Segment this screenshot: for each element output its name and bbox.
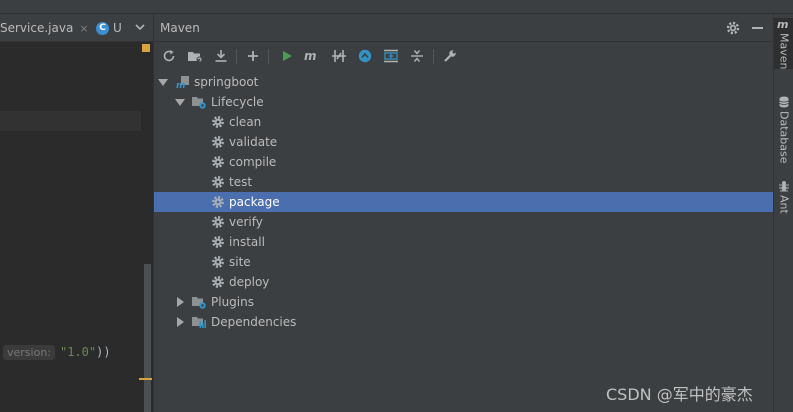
maven-tool-window: Maven m m springboot Lifecycle clean val… <box>154 14 773 412</box>
plugins-folder-icon <box>192 297 206 309</box>
tree-node-label: package <box>229 195 280 209</box>
right-tool-strip: m Maven Database Ant <box>773 14 793 412</box>
class-icon: C <box>96 21 109 35</box>
lifecycle-goal-verify[interactable]: verify <box>154 212 773 232</box>
gear-icon <box>212 276 224 288</box>
lifecycle-goal-site[interactable]: site <box>154 252 773 272</box>
gear-icon <box>212 236 224 248</box>
svg-text:m: m <box>176 81 185 89</box>
gear-icon <box>212 156 224 168</box>
svg-text:m: m <box>777 18 788 30</box>
closing-parens: )) <box>96 345 111 359</box>
show-dependencies-icon[interactable] <box>382 47 400 65</box>
run-icon[interactable] <box>278 47 296 65</box>
tree-node-label: test <box>229 175 253 189</box>
tree-node-plugins[interactable]: Plugins <box>154 292 773 312</box>
chevron-down-icon[interactable] <box>133 20 147 34</box>
tree-node-lifecycle[interactable]: Lifecycle <box>154 92 773 112</box>
ant-icon <box>779 181 789 192</box>
folder-generate-icon[interactable] <box>186 47 204 65</box>
collapsed-arrow-icon[interactable] <box>175 297 185 307</box>
lifecycle-folder-icon <box>192 97 206 109</box>
gear-icon <box>212 176 224 188</box>
tool-tab-label: Maven <box>777 33 791 70</box>
warning-marker[interactable] <box>142 44 150 52</box>
gear-icon <box>212 196 224 208</box>
tree-node-dependencies[interactable]: Dependencies <box>154 312 773 332</box>
tree-node-label: Plugins <box>211 295 254 309</box>
editor-area <box>0 42 141 112</box>
expanded-arrow-icon[interactable] <box>175 97 185 107</box>
skip-tests-icon[interactable] <box>330 47 348 65</box>
maven-m-icon: m <box>777 18 788 30</box>
warning-stripe[interactable] <box>139 378 152 380</box>
maven-toolbar: m <box>154 42 773 70</box>
lifecycle-goal-package[interactable]: package <box>154 192 773 212</box>
lifecycle-goal-clean[interactable]: clean <box>154 112 773 132</box>
editor-scrollbar[interactable] <box>144 264 151 412</box>
editor-tab-label: U <box>113 21 122 35</box>
tree-node-label: Dependencies <box>211 315 297 329</box>
string-literal: "1.0" <box>60 345 97 359</box>
gear-icon <box>212 116 224 128</box>
lifecycle-goal-install[interactable]: install <box>154 232 773 252</box>
tree-node-label: deploy <box>229 275 270 289</box>
add-icon[interactable] <box>244 47 262 65</box>
svg-text:m: m <box>304 50 317 62</box>
collapsed-arrow-icon[interactable] <box>175 317 185 327</box>
tree-node-label: clean <box>229 115 262 129</box>
lifecycle-goal-compile[interactable]: compile <box>154 152 773 172</box>
maven-project-icon: m <box>176 76 189 89</box>
minimize-icon[interactable] <box>752 27 763 29</box>
tree-node-label: site <box>229 255 251 269</box>
dependencies-folder-icon <box>192 317 206 328</box>
download-icon[interactable] <box>212 47 230 65</box>
editor-tab-second[interactable]: C U <box>96 14 122 42</box>
expanded-arrow-icon[interactable] <box>158 77 168 87</box>
close-icon[interactable]: × <box>79 22 88 35</box>
editor-tab-label: Service.java <box>0 21 74 35</box>
tree-node-label: verify <box>229 215 263 229</box>
toolbar-separator <box>433 49 434 64</box>
tool-tab-maven[interactable]: m Maven <box>774 18 793 70</box>
lifecycle-goal-test[interactable]: test <box>154 172 773 192</box>
gear-icon <box>212 216 224 228</box>
maven-goal-icon[interactable]: m <box>303 47 321 65</box>
toolbar-separator <box>236 49 237 64</box>
editor-tab-bar: Service.java × C U <box>0 14 153 42</box>
tool-tab-label: Database <box>777 111 791 164</box>
window-top-strip <box>0 0 793 14</box>
current-line-highlight <box>0 111 141 131</box>
lifecycle-goal-validate[interactable]: validate <box>154 132 773 152</box>
tool-tab-ant[interactable]: Ant <box>774 180 793 214</box>
tool-tab-label: Ant <box>777 195 791 214</box>
tree-node-label: compile <box>229 155 277 169</box>
tool-tab-database[interactable]: Database <box>774 96 793 164</box>
tree-node-label: Lifecycle <box>211 95 264 109</box>
gear-icon <box>212 136 224 148</box>
tree-node-label: springboot <box>194 75 259 89</box>
code-line: version: "1.0" )) <box>3 343 111 361</box>
maven-title: Maven <box>160 21 200 35</box>
editor-tab-service-java[interactable]: Service.java × <box>0 14 95 42</box>
code-editor[interactable]: Service.java × C U version: "1.0" )) <box>0 14 153 412</box>
tree-node-label: validate <box>229 135 278 149</box>
reload-icon[interactable] <box>160 47 178 65</box>
tree-node-project[interactable]: m springboot <box>154 72 773 92</box>
gear-icon <box>212 256 224 268</box>
offline-icon[interactable] <box>356 47 374 65</box>
gear-icon[interactable] <box>725 20 741 36</box>
toolbar-separator <box>268 49 269 64</box>
watermark: CSDN @军中的豪杰 <box>606 385 753 404</box>
settings-wrench-icon[interactable] <box>441 47 459 65</box>
tree-node-label: install <box>229 235 265 249</box>
parameter-hint: version: <box>3 344 55 360</box>
lifecycle-goal-deploy[interactable]: deploy <box>154 272 773 292</box>
database-icon <box>779 96 789 108</box>
maven-header: Maven <box>154 14 773 42</box>
collapse-all-icon[interactable] <box>408 47 426 65</box>
